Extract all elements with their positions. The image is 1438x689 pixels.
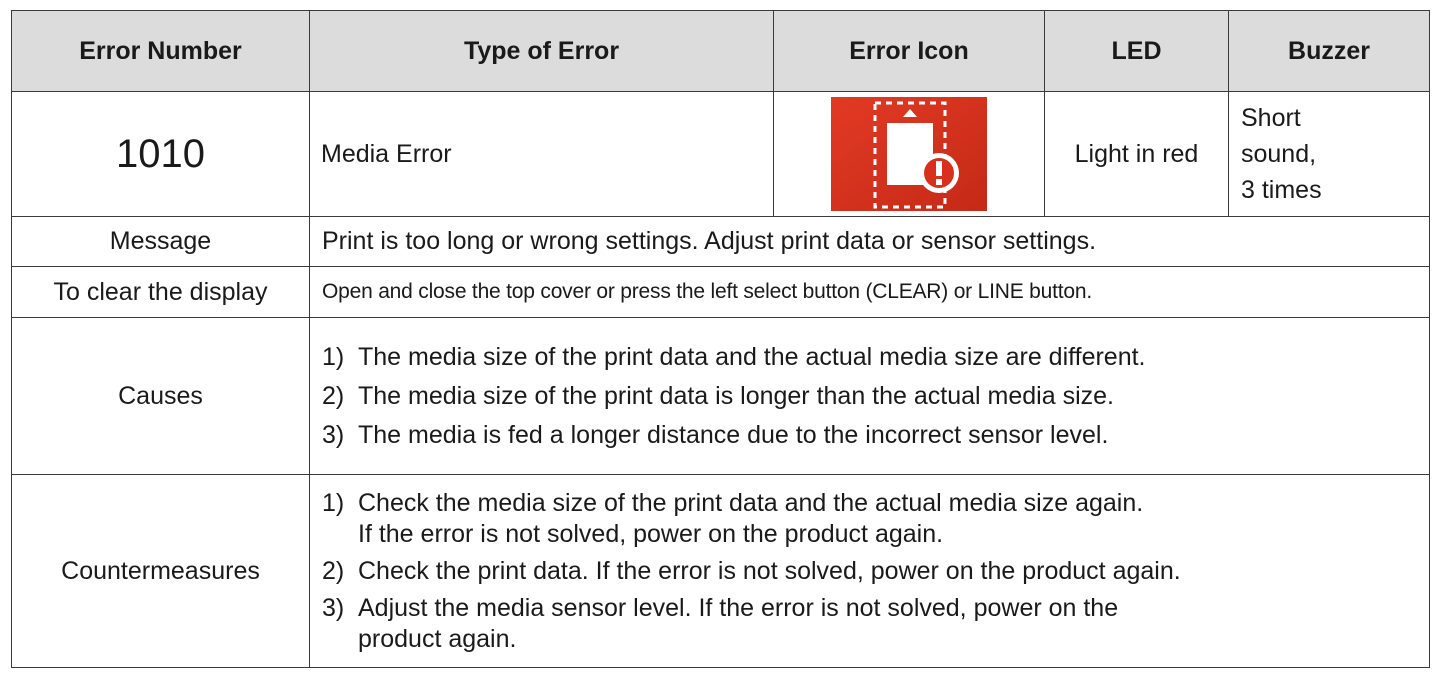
cause-number: 2) <box>322 381 345 410</box>
error-row: 1010 Media Error Light in red Short soun… <box>11 91 1430 217</box>
countermeasure-item: 1) Check the media size of the print dat… <box>322 488 1429 550</box>
error-icon-cell <box>773 91 1045 217</box>
countermeasure-text: Adjust the media sensor level. If the er… <box>358 593 1118 655</box>
buzzer-pattern: Short sound, 3 times <box>1228 91 1430 217</box>
header-error-icon: Error Icon <box>773 10 1045 92</box>
clear-display-text: Open and close the top cover or press th… <box>309 266 1430 318</box>
error-table: Error Number Type of Error Error Icon LE… <box>11 10 1430 668</box>
buzzer-line: Short <box>1241 104 1301 132</box>
cause-text: The media size of the print data is long… <box>358 381 1114 410</box>
countermeasure-number: 1) <box>322 488 345 517</box>
countermeasures-label: Countermeasures <box>11 474 310 668</box>
led-status: Light in red <box>1044 91 1229 217</box>
clear-display-row: To clear the display Open and close the … <box>11 266 1430 318</box>
buzzer-line: sound, <box>1241 140 1317 168</box>
header-buzzer: Buzzer <box>1228 10 1430 92</box>
message-label: Message <box>11 216 310 267</box>
header-type-of-error: Type of Error <box>309 10 774 92</box>
cause-text: The media size of the print data and the… <box>358 342 1146 371</box>
countermeasure-item: 2) Check the print data. If the error is… <box>322 556 1429 587</box>
message-text: Print is too long or wrong settings. Adj… <box>309 216 1430 267</box>
message-row: Message Print is too long or wrong setti… <box>11 216 1430 267</box>
cause-number: 1) <box>322 342 345 371</box>
countermeasures-list: 1) Check the media size of the print dat… <box>309 474 1430 668</box>
causes-list: 1) The media size of the print data and … <box>309 317 1430 475</box>
countermeasure-number: 3) <box>322 593 345 622</box>
error-number: 1010 <box>11 91 310 217</box>
countermeasure-text: Check the print data. If the error is no… <box>358 556 1181 587</box>
countermeasure-item: 3) Adjust the media sensor level. If the… <box>322 593 1429 655</box>
cause-item: 2) The media size of the print data is l… <box>322 381 1429 412</box>
media-error-icon <box>831 97 987 211</box>
countermeasure-number: 2) <box>322 556 345 585</box>
countermeasures-row: Countermeasures 1) Check the media size … <box>11 474 1430 668</box>
countermeasure-line: Adjust the media sensor level. If the er… <box>358 593 1119 622</box>
causes-row: Causes 1) The media size of the print da… <box>11 317 1430 475</box>
header-error-number: Error Number <box>11 10 310 92</box>
clear-display-label: To clear the display <box>11 266 310 318</box>
countermeasure-line: product again. <box>358 624 517 653</box>
cause-text: The media is fed a longer distance due t… <box>358 420 1109 449</box>
buzzer-line: 3 times <box>1241 176 1322 204</box>
cause-item: 1) The media size of the print data and … <box>322 342 1429 373</box>
cause-number: 3) <box>322 420 345 449</box>
cause-item: 3) The media is fed a longer distance du… <box>322 420 1429 451</box>
countermeasure-text: Check the media size of the print data a… <box>358 488 1143 550</box>
causes-label: Causes <box>11 317 310 475</box>
header-led: LED <box>1044 10 1229 92</box>
countermeasure-line: If the error is not solved, power on the… <box>358 519 944 548</box>
header-row: Error Number Type of Error Error Icon LE… <box>11 10 1430 92</box>
countermeasure-line: Check the print data. If the error is no… <box>358 556 1181 585</box>
error-type: Media Error <box>309 91 774 217</box>
countermeasure-line: Check the media size of the print data a… <box>358 488 1144 517</box>
